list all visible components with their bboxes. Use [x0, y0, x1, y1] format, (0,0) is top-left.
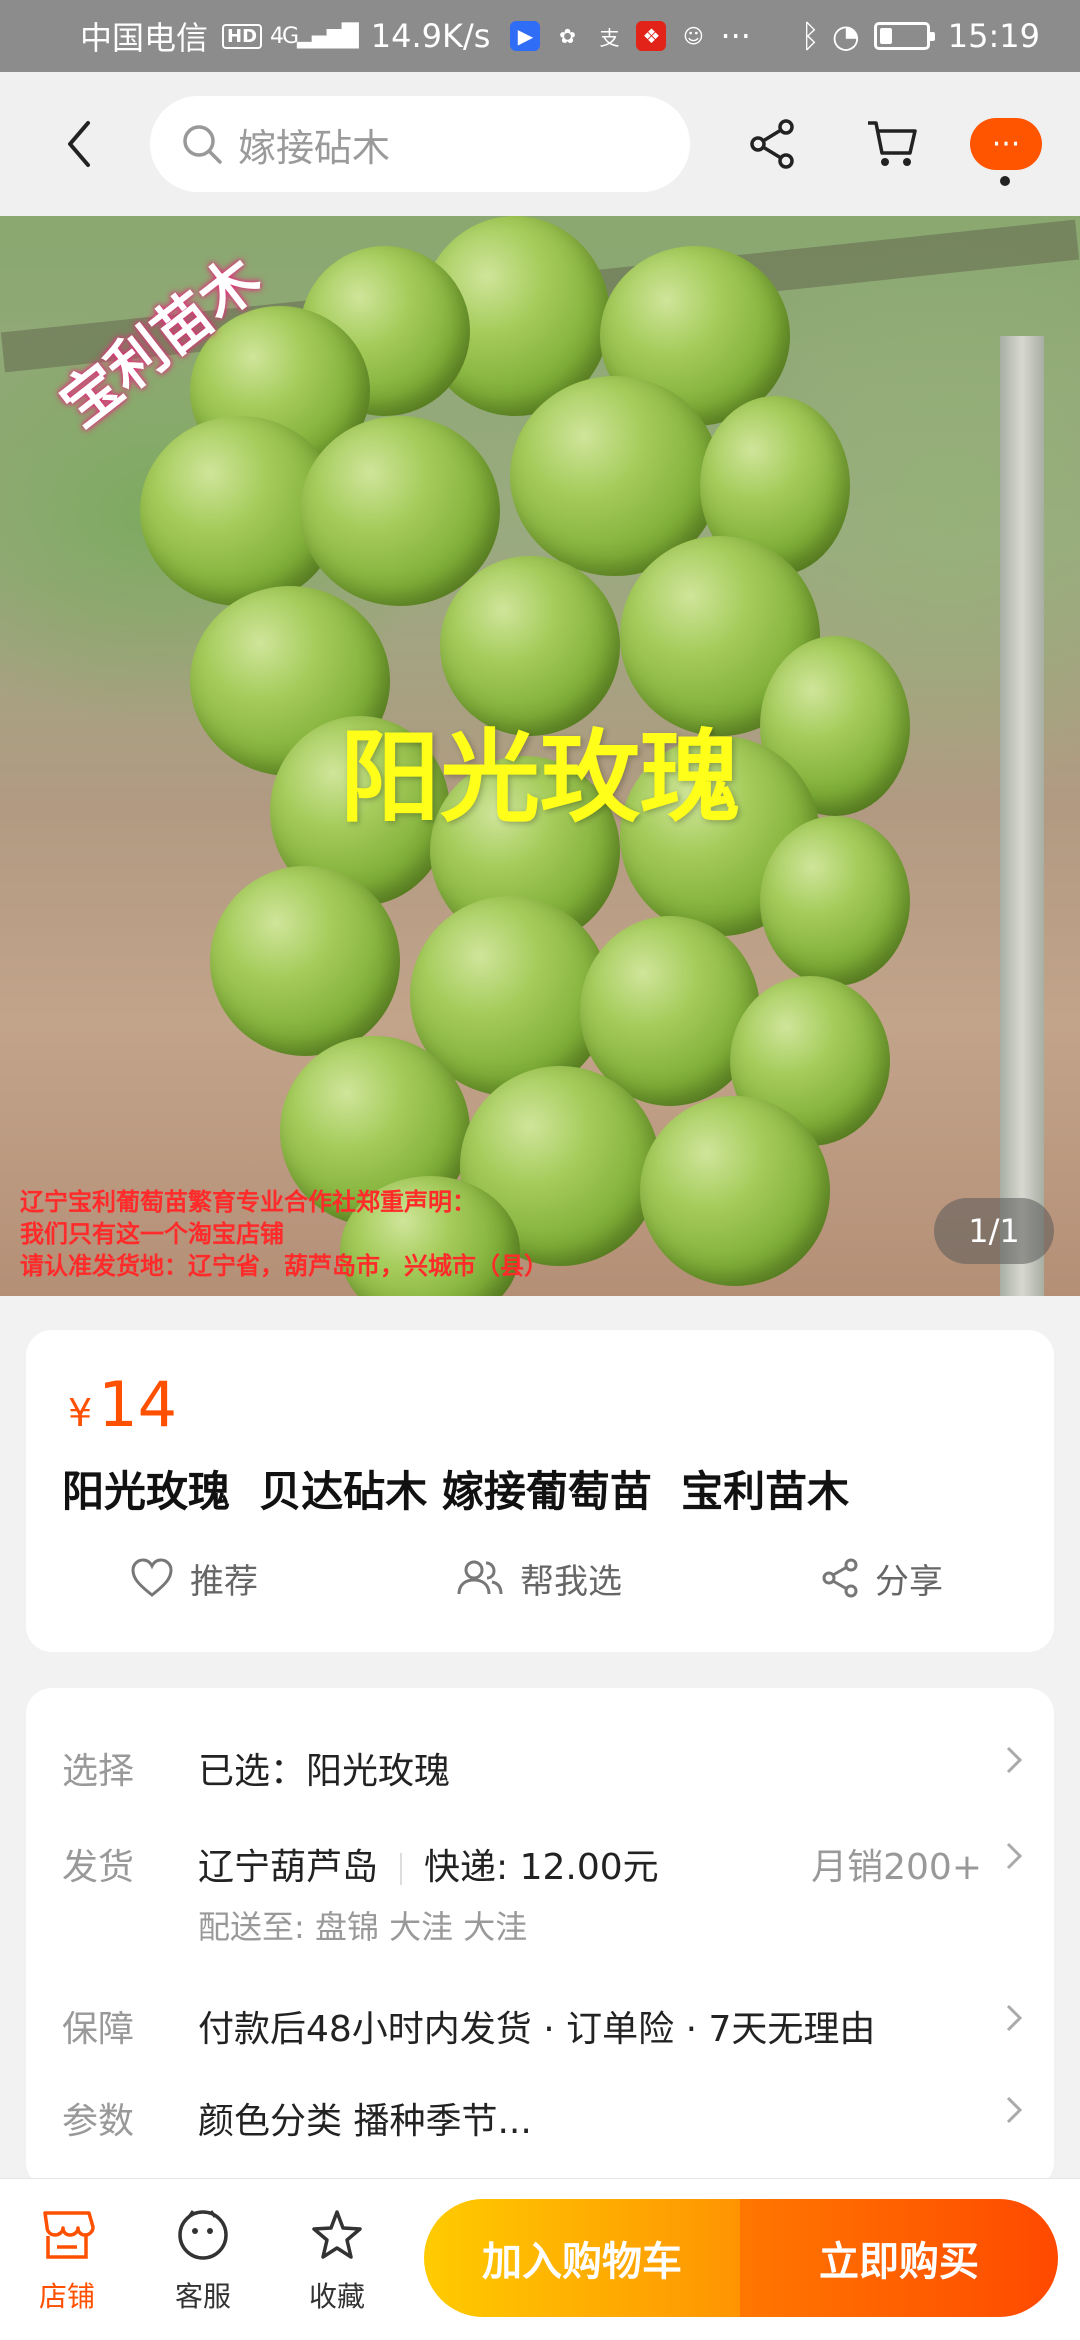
guarantee-value: 付款后48小时内发货 · 订单险 · 7天无理由: [198, 2009, 876, 2050]
chevron-right-icon: [1006, 1842, 1023, 1870]
express-fee: 快递: 12.00元: [424, 1847, 659, 1888]
recommend-button[interactable]: 推荐: [130, 1548, 258, 1608]
store-icon: [43, 2211, 95, 2259]
signal-icon: 4G▂▄▆█: [270, 23, 359, 49]
notification-dot: [1000, 176, 1010, 186]
alipay-icon: 支: [599, 25, 620, 50]
huawei-icon: ✿: [559, 24, 576, 48]
customer-service-icon: [178, 2210, 228, 2260]
search-input[interactable]: 嫁接砧木: [150, 96, 690, 192]
currency-symbol: ¥: [68, 1391, 93, 1435]
service-label: 客服: [174, 2280, 231, 2313]
service-tab[interactable]: 客服: [148, 2205, 258, 2315]
store-tab[interactable]: 店铺: [12, 2205, 122, 2315]
more-menu-button[interactable]: ···: [970, 118, 1042, 186]
ship-origin: 辽宁葫芦岛: [198, 1847, 379, 1888]
back-button[interactable]: [44, 109, 114, 179]
heart-icon: [131, 1558, 173, 1597]
network-speed: 14.9K/s: [370, 17, 491, 55]
product-title: 阳光玫瑰 贝达砧木 嫁接葡萄苗 宝利苗木: [62, 1467, 850, 1516]
select-label: 选择: [62, 1751, 135, 1792]
app-notification-icon: ❖: [636, 21, 667, 51]
store-label: 店铺: [38, 2280, 95, 2313]
chevron-right-icon: [1006, 1746, 1023, 1774]
guarantee-label: 保障: [62, 2009, 135, 2050]
wechat-icon: ☺: [683, 24, 704, 48]
grape: [760, 816, 910, 986]
share-label: 分享: [875, 1561, 943, 1602]
favorite-label: 收藏: [308, 2280, 365, 2313]
image-counter: 1/1: [934, 1198, 1054, 1264]
chevron-right-icon: [1006, 2004, 1023, 2032]
help-choose-button[interactable]: 帮我选: [456, 1548, 622, 1608]
recommend-label: 推荐: [190, 1561, 258, 1602]
shipping-info: 辽宁葫芦岛 快递: 12.00元: [198, 1838, 659, 1890]
cart-icon: [868, 121, 917, 166]
shipping-label: 发货: [62, 1847, 135, 1888]
divider: [400, 1853, 403, 1885]
cart-button[interactable]: [854, 106, 930, 182]
battery-icon: [873, 22, 935, 50]
star-icon: [312, 2210, 362, 2259]
params-value: 颜色分类 播种季节...: [198, 2101, 532, 2142]
price-card: ¥ 14 阳光玫瑰 贝达砧木 嫁接葡萄苗 宝利苗木 推荐 帮我选 分享: [26, 1330, 1054, 1652]
header: 嫁接砧木 ···: [0, 72, 1080, 216]
status-bar: 中国电信 HD 4G▂▄▆█ 14.9K/s ▶ ✿ 支 ❖ ☺ ··· ᛒ ◔…: [0, 0, 1080, 72]
price: ¥ 14: [68, 1368, 177, 1441]
share-button[interactable]: [734, 106, 810, 182]
buy-now-button[interactable]: 立即购买: [740, 2199, 1058, 2317]
more-notifications: ···: [720, 17, 751, 55]
price-value: 14: [98, 1368, 178, 1441]
search-placeholder: 嫁接砧木: [238, 125, 391, 170]
monthly-sales: 月销200+: [811, 1847, 982, 1888]
share-icon: [750, 119, 794, 169]
selected-variant: 已选：阳光玫瑰: [198, 1751, 451, 1792]
share-icon: [822, 1558, 858, 1598]
variety-label: 阳光玫瑰: [340, 719, 740, 836]
notice-line: 辽宁宝利葡萄苗繁育专业合作社郑重声明：: [20, 1188, 476, 1216]
search-icon: [183, 125, 222, 164]
clock: 15:19: [947, 17, 1040, 55]
carrier-name: 中国电信: [80, 19, 209, 57]
notice-line: 我们只有这一个淘宝店铺: [20, 1220, 284, 1248]
add-to-cart-button[interactable]: 加入购物车: [424, 2199, 740, 2317]
help-choose-label: 帮我选: [520, 1561, 622, 1602]
bluetooth-icon: ᛒ: [800, 17, 820, 55]
network-type: 4G: [270, 23, 299, 49]
people-icon: [457, 1560, 503, 1595]
share-product-button[interactable]: 分享: [821, 1548, 943, 1608]
grape: [640, 1096, 830, 1286]
hd-badge: HD: [222, 23, 263, 49]
deliver-to: 配送至: 盘锦 大洼 大洼: [198, 1908, 528, 1946]
seller-notice: 辽宁宝利葡萄苗繁育专业合作社郑重声明： 我们只有这一个淘宝店铺 请认准发货地：辽…: [20, 1186, 548, 1282]
grape: [210, 866, 400, 1056]
favorite-tab[interactable]: 收藏: [282, 2205, 392, 2315]
bottom-bar: 店铺 客服 收藏 加入购物车 立即购买: [0, 2178, 1080, 2340]
back-arrow-icon: [68, 121, 90, 167]
speedometer-icon: ◔: [831, 17, 860, 55]
info-card: 选择 已选：阳光玫瑰 发货 辽宁葫芦岛 快递: 12.00元 月销200+ 配送至…: [26, 1688, 1054, 2188]
more-icon: ···: [991, 126, 1021, 162]
chevron-right-icon: [1006, 2096, 1023, 2124]
params-label: 参数: [62, 2101, 135, 2142]
video-app-icon: ▶: [510, 21, 541, 51]
product-image[interactable]: 宝利苗木 阳光玫瑰 辽宁宝利葡萄苗繁育专业合作社郑重声明： 我们只有这一个淘宝店…: [0, 216, 1080, 1296]
notice-line: 请认准发货地：辽宁省，葫芦岛市，兴城市（县）: [20, 1252, 548, 1280]
